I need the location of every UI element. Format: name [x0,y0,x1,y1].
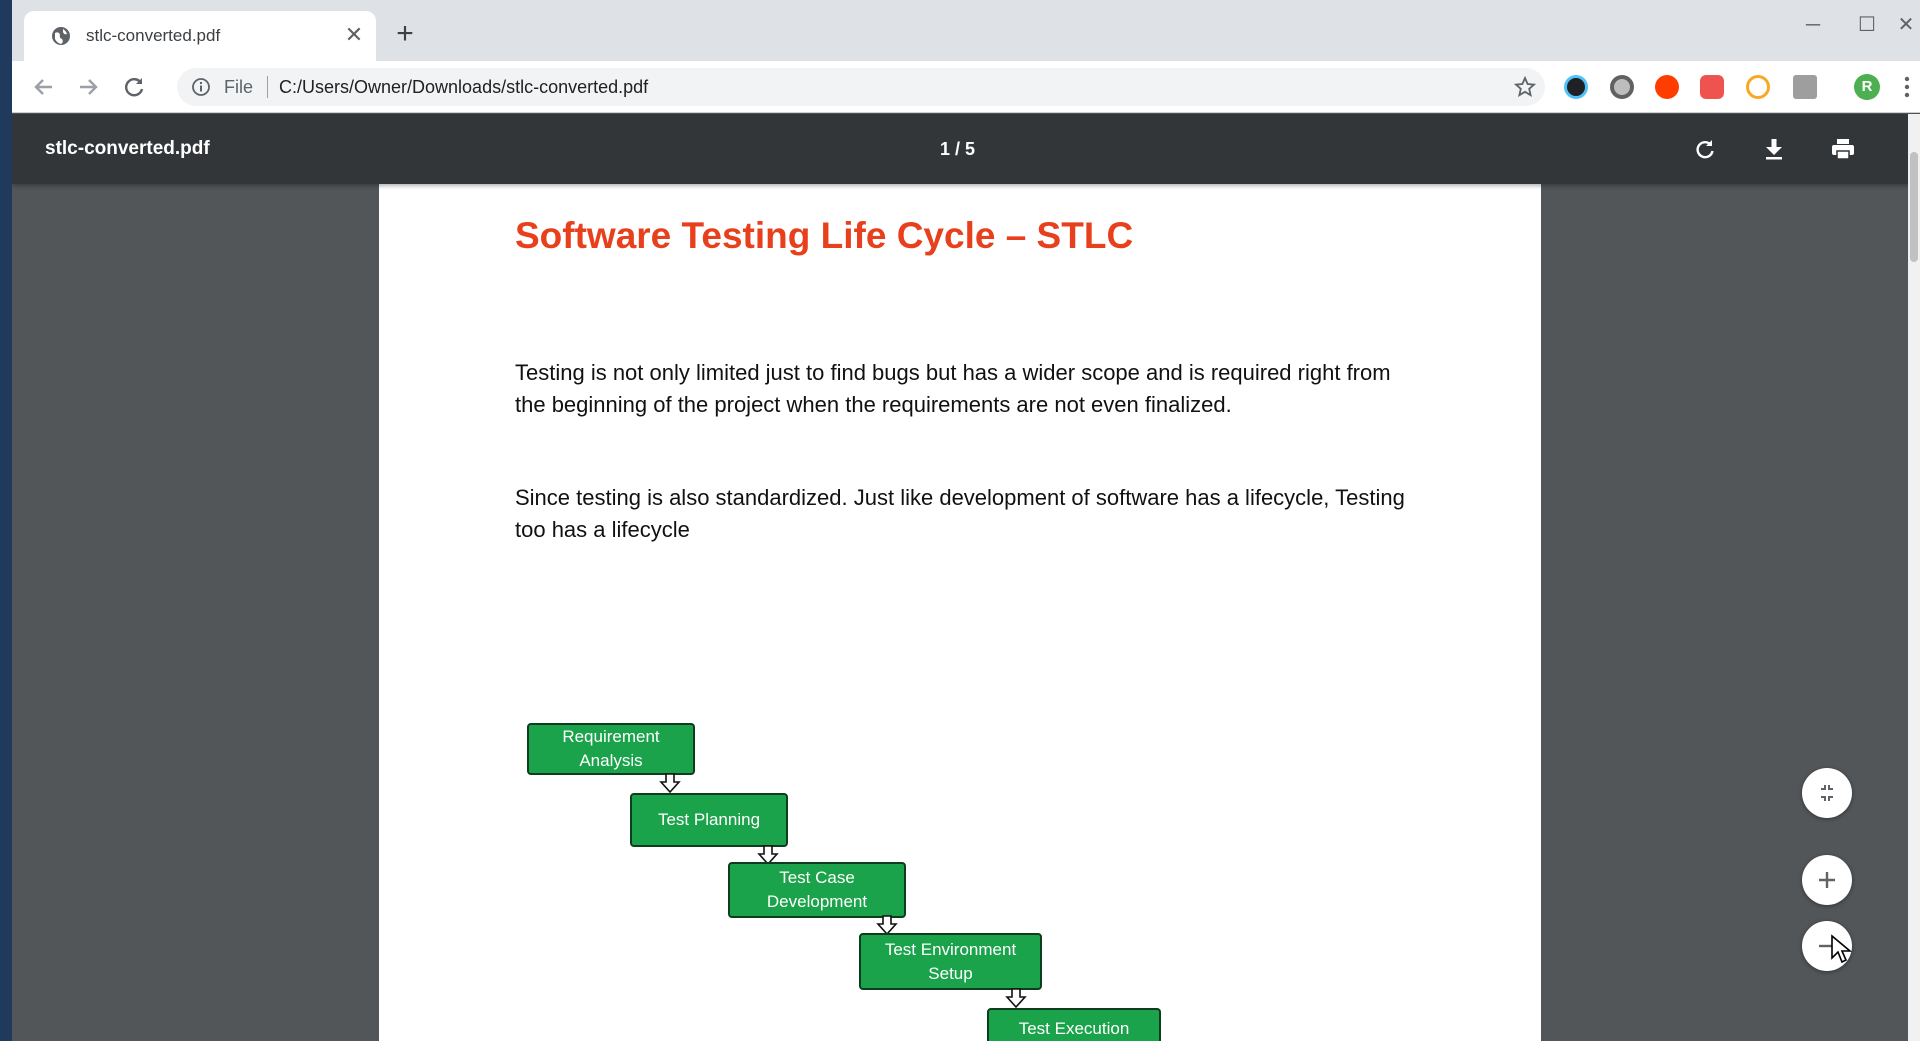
pdf-toolbar: stlc-converted.pdf 1 / 5 [12,114,1920,184]
pdf-file-name: stlc-converted.pdf [45,138,210,159]
flow-step-requirement-analysis: Requirement Analysis [527,723,695,775]
info-icon[interactable] [191,77,211,97]
browser-window: stlc-converted.pdf ✕ + ─ ☐ ✕ File C:/Use… [12,0,1920,1041]
browser-toolbar: File C:/Users/Owner/Downloads/stlc-conve… [12,61,1920,113]
url-separator [267,76,268,98]
page-indicator[interactable]: 1 / 5 [940,138,975,160]
scrollbar-thumb[interactable] [1910,152,1918,262]
menu-dots-icon[interactable] [1900,74,1914,100]
profile-avatar[interactable]: R [1854,74,1880,100]
extension-icon-2[interactable] [1610,75,1634,99]
paragraph-1: Testing is not only limited just to find… [515,360,1391,417]
tab-strip: stlc-converted.pdf ✕ + ─ ☐ ✕ [12,0,1920,61]
tab-pdf[interactable]: stlc-converted.pdf ✕ [24,11,376,61]
extension-icon-5[interactable] [1746,75,1770,99]
print-icon[interactable] [1830,136,1856,162]
maximize-icon[interactable]: ☐ [1847,10,1887,40]
back-arrow-icon[interactable] [30,73,58,101]
star-icon[interactable] [1514,76,1536,98]
extension-icon-3[interactable] [1655,75,1679,99]
flow-arrow-icon [1005,988,1027,1008]
zoom-in-button[interactable] [1802,855,1852,905]
forward-arrow-icon[interactable] [74,73,102,101]
rotate-icon[interactable] [1692,136,1718,162]
mouse-cursor-icon [1831,934,1852,964]
globe-icon [52,27,70,45]
flow-arrow-icon [659,773,681,793]
reload-icon[interactable] [120,73,148,101]
url-text[interactable]: C:/Users/Owner/Downloads/stlc-converted.… [279,77,648,97]
fit-to-page-button[interactable] [1802,768,1852,818]
flow-step-test-case-development: Test Case Development [728,862,906,918]
extension-icon-4[interactable] [1700,75,1724,99]
fit-to-page-icon [1821,785,1833,801]
flow-arrow-icon [876,915,898,935]
flow-step-test-planning: Test Planning [630,793,788,847]
extension-icon-6[interactable] [1793,75,1817,99]
flow-step-test-execution: Test Execution [987,1008,1161,1041]
pdf-page: Software Testing Life Cycle – STLC Testi… [379,184,1541,1041]
address-bar[interactable]: File C:/Users/Owner/Downloads/stlc-conve… [177,68,1545,106]
document-title: Software Testing Life Cycle – STLC [515,215,1134,256]
url-scheme: File [224,77,254,97]
flow-step-test-environment-setup: Test Environment Setup [859,933,1042,990]
close-tab-icon[interactable]: ✕ [342,23,366,47]
new-tab-button[interactable]: + [390,19,420,50]
tab-title: stlc-converted.pdf [86,26,221,45]
download-icon[interactable] [1761,136,1787,162]
vertical-scrollbar[interactable] [1908,114,1920,1041]
pdf-content-area[interactable]: Software Testing Life Cycle – STLC Testi… [12,184,1908,1041]
minimize-icon[interactable]: ─ [1793,10,1833,40]
paragraph-2: Since testing is also standardized. Just… [515,485,1405,542]
close-window-icon[interactable]: ✕ [1892,10,1920,40]
zoom-in-icon [1819,872,1835,888]
extension-icon-1[interactable] [1564,75,1588,99]
